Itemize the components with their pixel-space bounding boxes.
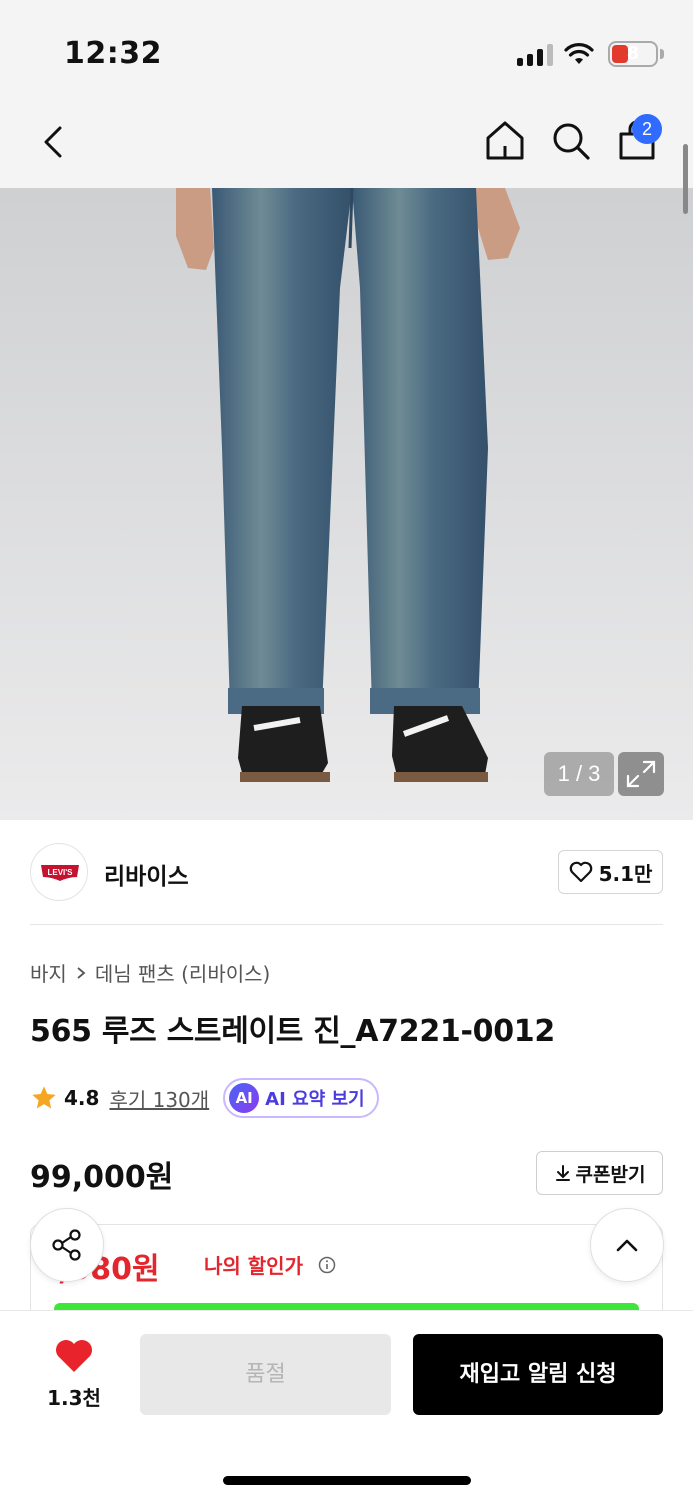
rating-row: 4.8 후기 130개 AI AI 요약 보기 [30,1078,379,1118]
product-price: 99,000원 [30,1160,174,1195]
status-time: 12:32 [64,36,162,71]
breadcrumb-category[interactable]: 바지 [30,958,67,987]
coupon-label: 쿠폰받기 [575,1163,646,1186]
wifi-icon [564,43,594,64]
product-title: 565 루즈 스트레이트 진_A7221-0012 [30,1014,555,1049]
battery-icon: 8 [608,41,658,67]
ai-icon: AI [229,1083,260,1113]
cart-count-badge: 2 [632,114,662,144]
star-icon [32,1086,56,1109]
share-icon [52,1229,81,1261]
breadcrumb: 바지 데님 팬츠 (리바이스) [30,958,270,987]
scrollbar[interactable] [683,144,688,214]
chevron-right-icon [77,966,86,979]
levis-logo-icon: LEVI'S [41,865,79,881]
back-arrow-icon[interactable] [36,120,72,164]
brand-logo[interactable]: LEVI'S [30,843,88,901]
home-indicator[interactable] [223,1476,471,1485]
restock-alert-button[interactable]: 재입고 알림 신청 [413,1334,663,1415]
chevron-up-icon [616,1239,638,1252]
battery-level: 8 [626,43,640,64]
info-icon[interactable] [318,1256,336,1274]
my-discount-label: 나의 할인가 [204,1254,303,1278]
wish-count: 1.3천 [47,1386,101,1410]
home-icon[interactable] [484,118,526,164]
image-counter: 1 / 3 [544,752,614,796]
brand-like-count: 5.1만 [598,861,653,886]
download-icon [555,1165,570,1181]
soldout-button: 품절 [140,1334,391,1415]
cellular-signal-icon [517,44,553,66]
heart-outline-icon [569,861,592,883]
battery-cap [660,49,664,59]
coupon-button[interactable]: 쿠폰받기 [536,1151,663,1195]
product-image[interactable] [0,188,693,820]
jeans-photo [0,188,693,820]
expand-icon[interactable] [618,752,664,796]
brand-logo-text: LEVI'S [47,868,73,877]
brand-name[interactable]: 리바이스 [104,857,189,891]
scroll-top-button[interactable] [590,1208,664,1282]
ai-summary-button[interactable]: AI AI 요약 보기 [223,1078,379,1118]
heart-filled-icon[interactable] [54,1338,94,1374]
brand-like-button[interactable]: 5.1만 [558,850,663,894]
nav-bar [0,100,693,188]
search-icon[interactable] [550,118,592,164]
status-bar: 12:32 8 [0,0,693,100]
divider [30,924,663,925]
breadcrumb-subcategory[interactable]: 데님 팬츠 (리바이스) [95,958,271,987]
ai-summary-label: AI 요약 보기 [265,1089,365,1110]
share-button[interactable] [30,1208,104,1282]
reviews-link[interactable]: 후기 130개 [109,1084,209,1113]
rating-value: 4.8 [64,1086,100,1110]
